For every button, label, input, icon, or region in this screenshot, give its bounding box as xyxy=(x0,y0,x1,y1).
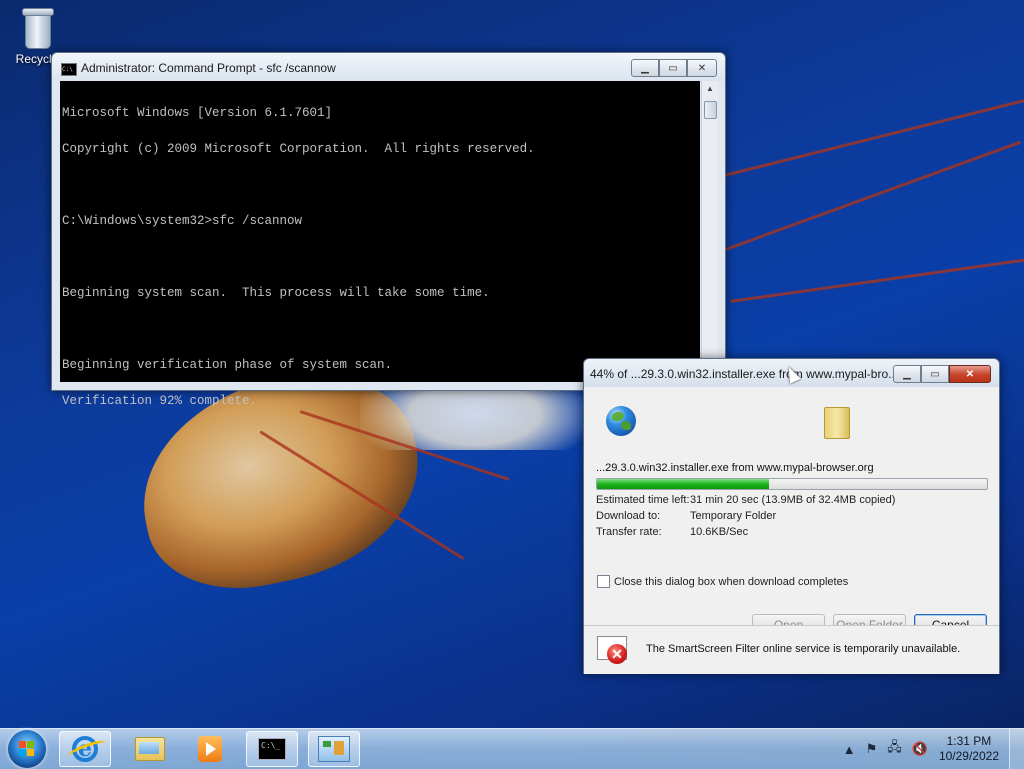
maximize-button[interactable]: ▭ xyxy=(659,59,687,77)
taskbar-windows-media-player[interactable] xyxy=(184,731,236,767)
folder-icon xyxy=(824,407,850,439)
smartscreen-error-icon: ✕ xyxy=(597,636,627,664)
control-panel-icon xyxy=(318,736,350,762)
transfer-rate-row: Transfer rate: 10.6KB/Sec xyxy=(596,526,748,538)
minimize-icon: ▁ xyxy=(903,368,911,380)
start-button[interactable] xyxy=(8,730,46,768)
download-to-value: Temporary Folder xyxy=(690,510,777,522)
cmd-titlebar[interactable]: C:\ Administrator: Command Prompt - sfc … xyxy=(52,53,725,81)
taskbar-windows-explorer[interactable] xyxy=(124,731,176,767)
scroll-up-icon[interactable]: ▲ xyxy=(702,81,718,97)
checkbox-box[interactable] xyxy=(597,575,610,588)
clock[interactable]: 1:31 PM 10/29/2022 xyxy=(939,734,999,764)
console-line: Copyright (c) 2009 Microsoft Corporation… xyxy=(62,142,535,156)
download-window-title: 44% of ...29.3.0.win32.installer.exe fro… xyxy=(590,367,895,381)
download-file-name: ...29.3.0.win32.installer.exe from www.m… xyxy=(596,462,874,474)
folder-icon xyxy=(135,737,165,761)
action-center-flag-icon[interactable]: ⚑ xyxy=(866,741,878,757)
transfer-rate-label: Transfer rate: xyxy=(596,526,662,538)
taskbar-control-panel[interactable] xyxy=(308,731,360,767)
console-line: Beginning system scan. This process will… xyxy=(62,286,490,300)
wallpaper-tentacle xyxy=(259,430,465,560)
estimated-time-label: Estimated time left: xyxy=(596,494,690,506)
download-progress-bar xyxy=(596,478,988,490)
close-button[interactable]: ✕ xyxy=(687,59,717,77)
close-icon: ✕ xyxy=(697,62,707,74)
cmd-icon: C:\ xyxy=(61,63,77,76)
close-button[interactable]: ✕ xyxy=(949,365,991,383)
maximize-button[interactable]: ▭ xyxy=(921,365,949,383)
download-dialog: 44% of ...29.3.0.win32.installer.exe fro… xyxy=(583,358,1000,674)
cmd-icon: C:\_ xyxy=(258,738,286,760)
transfer-rate-value: 10.6KB/Sec xyxy=(690,526,749,538)
minimize-icon: ▁ xyxy=(641,62,649,74)
ie-icon: e xyxy=(72,736,98,762)
globe-icon xyxy=(606,406,636,436)
windows-logo-icon xyxy=(19,741,35,757)
smartscreen-message: The SmartScreen Filter online service is… xyxy=(646,643,961,655)
cmd-window-title: Administrator: Command Prompt - sfc /sca… xyxy=(81,61,336,75)
close-on-complete-checkbox[interactable]: Close this dialog box when download comp… xyxy=(597,575,848,588)
wallpaper-tentacle xyxy=(729,258,1024,303)
show-desktop-button[interactable] xyxy=(1009,729,1024,769)
wallpaper-tentacle xyxy=(719,97,1024,178)
console-scrollbar[interactable]: ▲ xyxy=(701,81,718,382)
taskbar-internet-explorer[interactable]: e xyxy=(59,731,111,767)
download-to-label: Download to: xyxy=(596,510,661,522)
taskbar-command-prompt[interactable]: C:\_ xyxy=(246,731,298,767)
smartscreen-bar: ✕ The SmartScreen Filter online service … xyxy=(584,625,999,674)
console-output[interactable]: Microsoft Windows [Version 6.1.7601] Cop… xyxy=(60,81,700,407)
minimize-button[interactable]: ▁ xyxy=(893,365,921,383)
close-icon: ✕ xyxy=(965,368,975,380)
close-on-complete-label: Close this dialog box when download comp… xyxy=(614,575,849,588)
wallpaper-tentacle xyxy=(719,140,1022,253)
clock-time: 1:31 PM xyxy=(946,734,992,748)
console-line: C:\Windows\system32>sfc /scannow xyxy=(62,214,303,228)
maximize-icon: ▭ xyxy=(930,368,940,380)
network-icon[interactable]: 🖧 xyxy=(887,738,902,760)
command-prompt-window: C:\ Administrator: Command Prompt - sfc … xyxy=(51,52,726,407)
recycle-bin-icon xyxy=(20,6,54,49)
download-to-row: Download to: Temporary Folder xyxy=(596,510,776,522)
clock-date: 10/29/2022 xyxy=(938,749,999,763)
taskbar: e C:\_ ▲ ⚑ 🖧 🔇 1:31 PM 10/29/2022 xyxy=(0,728,1024,769)
scroll-thumb[interactable] xyxy=(704,101,717,119)
progress-fill xyxy=(597,479,769,489)
maximize-icon: ▭ xyxy=(668,62,678,74)
estimated-time-value: 31 min 20 sec (13.9MB of 32.4MB copied) xyxy=(690,494,896,506)
system-tray: ▲ ⚑ 🖧 🔇 1:31 PM 10/29/2022 xyxy=(838,729,1024,769)
volume-muted-icon[interactable]: 🔇 xyxy=(912,741,928,757)
console-line: Microsoft Windows [Version 6.1.7601] xyxy=(62,106,333,120)
media-player-icon xyxy=(198,736,222,762)
estimated-time-row: Estimated time left:31 min 20 sec (13.9M… xyxy=(596,494,895,506)
minimize-button[interactable]: ▁ xyxy=(631,59,659,77)
show-hidden-icons-icon[interactable]: ▲ xyxy=(843,742,856,757)
